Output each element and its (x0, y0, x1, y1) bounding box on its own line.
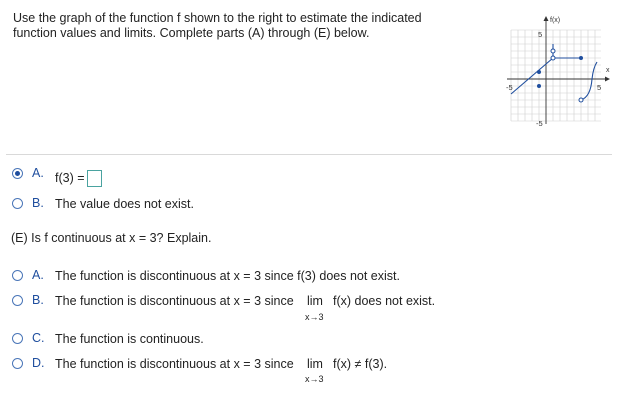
closed-point (537, 84, 541, 88)
option-text: The function is continuous. (55, 332, 204, 346)
prompt-line-2: function values and limits. Complete par… (13, 26, 370, 40)
radio-button[interactable] (12, 198, 23, 209)
open-point (550, 55, 556, 61)
radio-button[interactable] (12, 270, 23, 281)
part-e-question: (E) Is f continuous at x = 3? Explain. (11, 231, 212, 245)
tick-y-bottom: -5 (536, 119, 543, 128)
option-letter: D. (32, 356, 45, 370)
y-axis-arrow (543, 16, 549, 21)
limit-subscript: x→3 (305, 312, 324, 322)
x-axis-arrow (605, 76, 610, 82)
option-text-after: f(x) ≠ f(3). (333, 357, 388, 371)
option-text: f(3) = (55, 170, 102, 187)
radio-button[interactable] (12, 333, 23, 344)
limit-word: lim (307, 357, 323, 371)
prompt-line-1: Use the graph of the function f shown to… (13, 11, 422, 25)
option-text: The value does not exist. (55, 197, 194, 211)
option-letter: A. (32, 268, 44, 282)
radio-button[interactable] (12, 295, 23, 306)
function-graph: f(x) x 5 -5 -5 5 (506, 16, 610, 128)
tick-y-top: 5 (538, 30, 542, 39)
option-text-after: f(x) does not exist. (333, 294, 436, 308)
option-text-before: The function is discontinuous at x = 3 s… (55, 294, 294, 308)
answer-input-box[interactable] (86, 170, 102, 187)
option-letter: A. (32, 166, 44, 180)
question-prompt: Use the graph of the function f shown to… (13, 11, 483, 41)
tick-x-left: -5 (506, 83, 513, 92)
option-letter: B. (32, 196, 44, 210)
y-axis-label: f(x) (550, 17, 560, 24)
option-letter: B. (32, 293, 44, 307)
option-text: The function is discontinuous at x = 3 s… (55, 269, 400, 283)
open-point (578, 97, 584, 103)
radio-button[interactable] (12, 358, 23, 369)
limit-subscript: x→3 (305, 374, 324, 384)
option-letter: C. (32, 331, 45, 345)
x-axis-label: x (606, 67, 610, 74)
limit-word: lim (307, 294, 323, 308)
radio-button-selected[interactable] (12, 168, 23, 179)
tick-x-right: 5 (597, 83, 601, 92)
open-point (550, 48, 556, 54)
closed-point (537, 70, 541, 74)
section-divider (6, 154, 612, 155)
option-text-before: The function is discontinuous at x = 3 s… (55, 357, 294, 371)
graph-grid (510, 29, 601, 122)
f3-label: f(3) = (55, 170, 85, 185)
closed-point (579, 56, 583, 60)
